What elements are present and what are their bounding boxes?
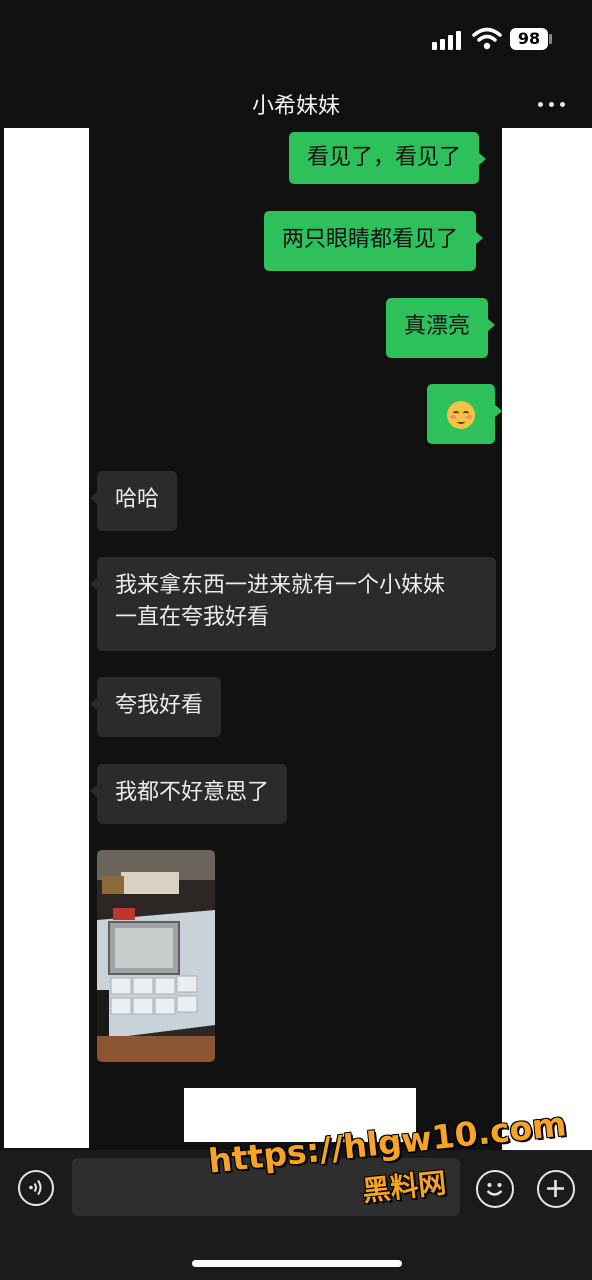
message-bubble-received[interactable]: 我都不好意思了 <box>89 764 288 824</box>
redaction-left <box>4 128 89 1148</box>
chat-title: 小希妹妹 <box>251 94 340 119</box>
watermark-name: 黑料网 <box>360 1166 448 1208</box>
battery-tip <box>549 34 552 44</box>
smiling-face-emoji-icon <box>447 401 475 429</box>
chat-screen: 98 小希妹妹 看见了，看见了 两只眼睛都看见了 真漂亮 哈哈 我来拿东西一进来… <box>0 0 592 1280</box>
message-bubble-received[interactable]: 哈哈 <box>89 471 178 531</box>
battery-level: 98 <box>510 28 548 50</box>
message-bubble-received[interactable]: 我来拿东西一进来就有一个小妹妹 一直在夸我好看 <box>90 557 496 651</box>
message-bubble-received[interactable]: 夸我好看 <box>89 677 222 737</box>
message-bubble-sent[interactable]: 两只眼睛都看见了 <box>264 211 484 271</box>
status-bar: 98 <box>0 0 592 78</box>
voice-mode-icon[interactable] <box>18 1170 54 1206</box>
message-bubble-sent[interactable]: 真漂亮 <box>386 298 496 358</box>
message-bubble-sent[interactable] <box>427 384 502 444</box>
chat-header: 小希妹妹 <box>0 78 592 130</box>
redaction-right <box>502 128 592 1150</box>
message-list[interactable]: 看见了，看见了 两只眼睛都看见了 真漂亮 哈哈 我来拿东西一进来就有一个小妹妹 … <box>89 128 502 1150</box>
message-line: 我来拿东西一进来就有一个小妹妹 <box>115 573 446 598</box>
home-indicator[interactable] <box>192 1260 402 1267</box>
cellular-signal-icon <box>432 30 464 50</box>
shop-counter-photo <box>97 850 215 1062</box>
message-line: 一直在夸我好看 <box>115 605 270 630</box>
more-icon[interactable] <box>532 92 572 116</box>
wifi-icon <box>472 27 502 50</box>
image-message[interactable] <box>97 850 215 1062</box>
message-bubble-sent[interactable]: 看见了，看见了 <box>289 132 487 184</box>
